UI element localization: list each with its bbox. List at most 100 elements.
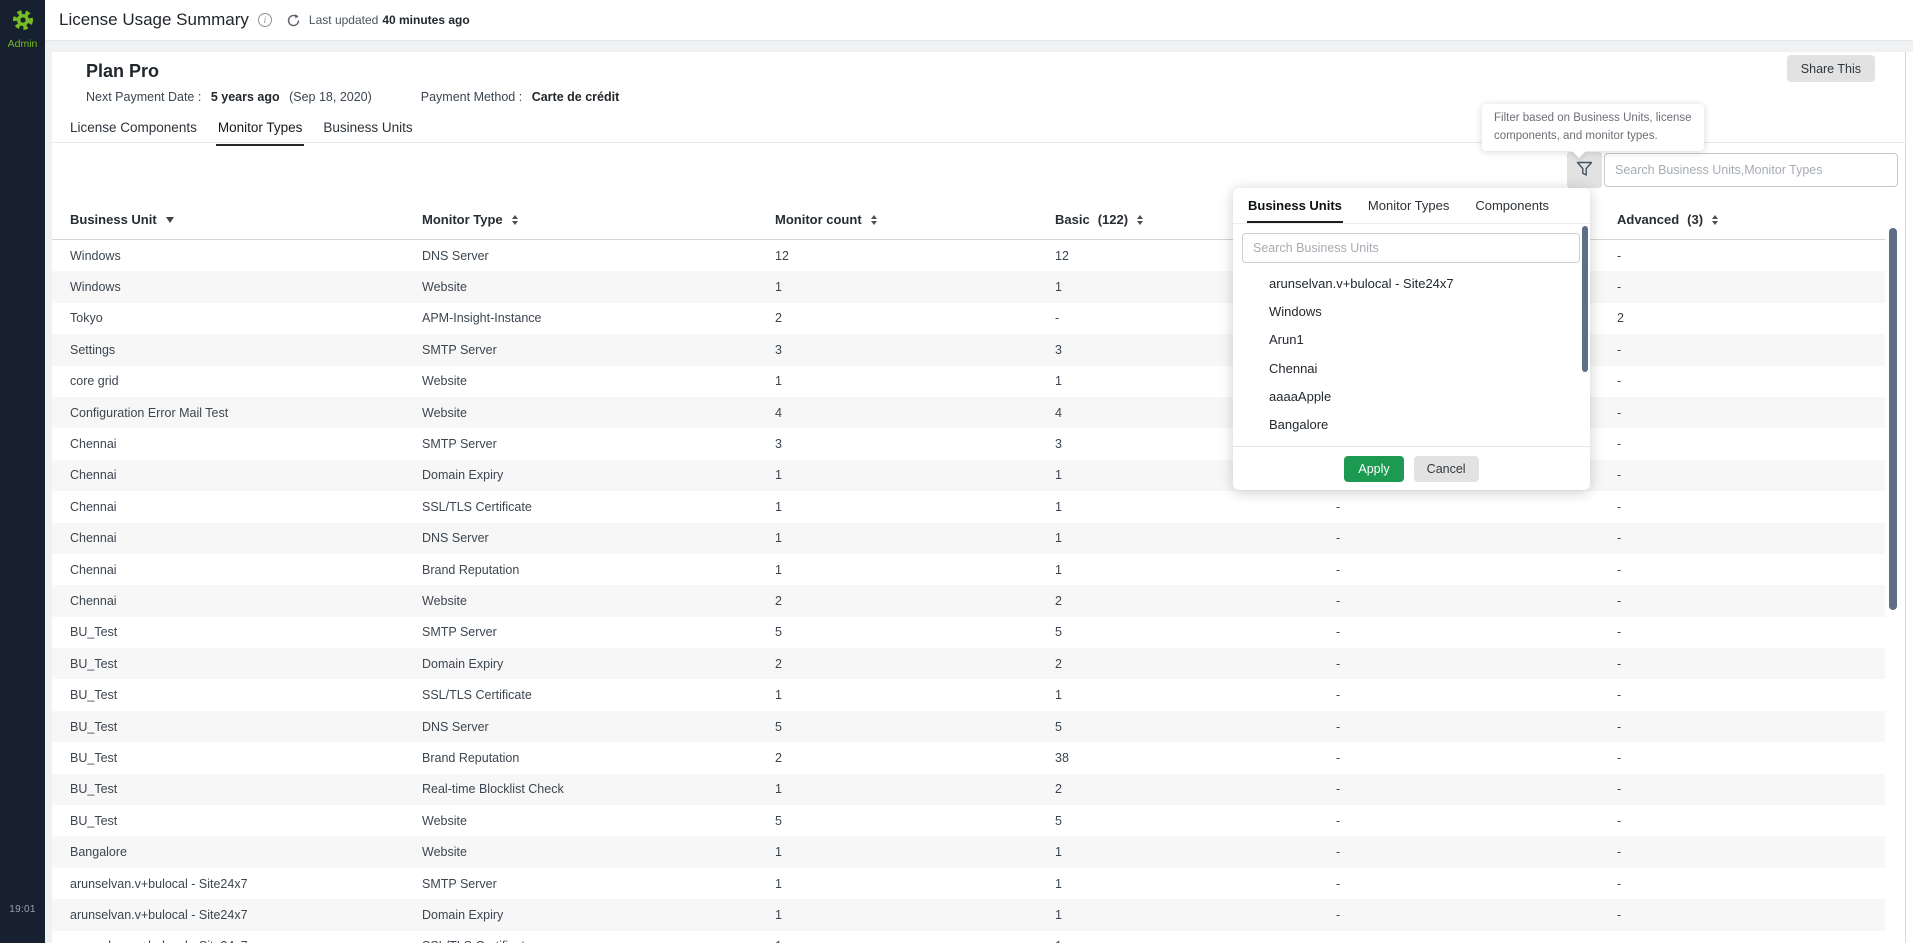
filter-popup-item[interactable]: Bangalore	[1233, 410, 1590, 438]
table-row: BU_TestSMTP Server55--	[52, 617, 1885, 648]
sort-both-icon	[1712, 215, 1718, 225]
table-cell: 5	[775, 814, 1055, 828]
table-cell: -	[1336, 688, 1617, 702]
popup-scrollbar-thumb[interactable]	[1582, 226, 1588, 372]
table-cell: SMTP Server	[422, 877, 775, 891]
table-row: WindowsDNS Server1212--	[52, 240, 1885, 271]
table-cell: -	[1617, 908, 1885, 922]
table-row: ChennaiBrand Reputation11--	[52, 554, 1885, 585]
page-scrollbar-thumb[interactable]	[1889, 228, 1897, 610]
sort-both-icon	[871, 215, 877, 225]
table-cell: Bangalore	[70, 845, 422, 859]
table-cell: Brand Reputation	[422, 751, 775, 765]
column-header-monitor-count[interactable]: Monitor count	[775, 212, 1055, 227]
table-cell: 1	[1055, 877, 1336, 891]
filter-popup-item[interactable]: Windows	[1233, 297, 1590, 325]
table-row: BU_TestDNS Server55--	[52, 711, 1885, 742]
table-cell: -	[1617, 688, 1885, 702]
table-cell: SMTP Server	[422, 625, 775, 639]
share-this-button[interactable]: Share This	[1787, 55, 1875, 82]
table-cell: 3	[775, 437, 1055, 451]
table-cell: -	[1336, 908, 1617, 922]
table-row: ChennaiDNS Server11--	[52, 523, 1885, 554]
plan-meta: Next Payment Date : 5 years ago (Sep 18,…	[86, 90, 619, 104]
table-cell: -	[1617, 657, 1885, 671]
table-cell: 1	[1055, 908, 1336, 922]
table-cell: core grid	[70, 374, 422, 388]
filter-popup-footer: Apply Cancel	[1233, 446, 1590, 490]
info-icon[interactable]: i	[258, 13, 272, 27]
filter-popup: Business Units Monitor Types Components …	[1233, 188, 1590, 490]
table-row: arunselvan.v+bulocal - Site24x7SSL/TLS C…	[52, 931, 1885, 943]
table-cell: DNS Server	[422, 249, 775, 263]
table-row: core gridWebsite11--	[52, 366, 1885, 397]
column-header-monitor-type[interactable]: Monitor Type	[422, 212, 775, 227]
popup-tab-components[interactable]: Components	[1474, 188, 1550, 223]
sort-desc-icon	[166, 217, 174, 223]
table-cell: Real-time Blocklist Check	[422, 782, 775, 796]
table-row: arunselvan.v+bulocal - Site24x7SMTP Serv…	[52, 868, 1885, 899]
table-row: BU_TestWebsite55--	[52, 805, 1885, 836]
table-cell: 5	[1055, 625, 1336, 639]
filter-popup-item[interactable]: Arun1	[1233, 326, 1590, 354]
table-cell: 1	[775, 782, 1055, 796]
table-cell: arunselvan.v+bulocal - Site24x7	[70, 908, 422, 922]
admin-nav-item[interactable]: Admin	[0, 8, 45, 50]
table-cell: 2	[775, 311, 1055, 325]
table-cell: -	[1617, 594, 1885, 608]
table-cell: -	[1617, 343, 1885, 357]
table-cell: BU_Test	[70, 814, 422, 828]
table-cell: arunselvan.v+bulocal - Site24x7	[70, 877, 422, 891]
top-header-bar: License Usage Summary i Last updated40 m…	[45, 0, 1913, 41]
table-cell: BU_Test	[70, 688, 422, 702]
table-cell: DNS Server	[422, 531, 775, 545]
filter-popup-item[interactable]: Chennai	[1233, 354, 1590, 382]
funnel-icon	[1576, 161, 1593, 180]
sort-both-icon	[1137, 215, 1143, 225]
table-row: ChennaiSMTP Server33--	[52, 428, 1885, 459]
refresh-icon[interactable]	[286, 13, 301, 28]
page-title: License Usage Summary	[59, 10, 249, 30]
table-cell: Configuration Error Mail Test	[70, 406, 422, 420]
popup-tab-monitor-types[interactable]: Monitor Types	[1367, 188, 1450, 223]
table-cell: SSL/TLS Certificate	[422, 500, 775, 514]
table-row: ChennaiWebsite22--	[52, 585, 1885, 616]
table-row: Configuration Error Mail TestWebsite44--	[52, 397, 1885, 428]
table-cell: -	[1617, 280, 1885, 294]
table-row: BU_TestReal-time Blocklist Check12--	[52, 774, 1885, 805]
column-header-business-unit[interactable]: Business Unit	[70, 212, 422, 227]
cancel-button[interactable]: Cancel	[1414, 456, 1479, 482]
filter-popup-item[interactable]: aaaaApple	[1233, 382, 1590, 410]
table-cell: 1	[775, 563, 1055, 577]
table-cell: arunselvan.v+bulocal - Site24x7	[70, 939, 422, 943]
table-cell: -	[1336, 782, 1617, 796]
table-cell: Windows	[70, 249, 422, 263]
table-cell: -	[1336, 814, 1617, 828]
table-body: WindowsDNS Server1212--WindowsWebsite11-…	[52, 240, 1885, 943]
apply-button[interactable]: Apply	[1344, 456, 1403, 482]
popup-tab-business-units[interactable]: Business Units	[1247, 188, 1343, 223]
table-row: BU_TestDomain Expiry22--	[52, 648, 1885, 679]
table-cell: Settings	[70, 343, 422, 357]
column-header-advanced[interactable]: Advanced(3)	[1617, 212, 1885, 227]
popup-search-input[interactable]	[1242, 233, 1580, 263]
payment-method-label: Payment Method :	[421, 90, 522, 104]
table-row: WindowsWebsite11--	[52, 271, 1885, 302]
table-cell: -	[1617, 437, 1885, 451]
license-summary-card: Plan Pro Share This Next Payment Date : …	[52, 52, 1906, 943]
table-cell: BU_Test	[70, 625, 422, 639]
filter-popup-list: arunselvan.v+bulocal - Site24x7WindowsAr…	[1233, 269, 1590, 446]
table-cell: Windows	[70, 280, 422, 294]
table-cell: -	[1617, 877, 1885, 891]
last-updated-text: Last updated40 minutes ago	[309, 13, 470, 27]
filter-popup-item[interactable]: arunselvan.v+bulocal - Site24x7	[1233, 269, 1590, 297]
table-cell: -	[1336, 625, 1617, 639]
table-cell: -	[1336, 563, 1617, 577]
table-cell: -	[1617, 563, 1885, 577]
table-cell: BU_Test	[70, 782, 422, 796]
table-cell: SMTP Server	[422, 437, 775, 451]
filter-button[interactable]	[1567, 152, 1602, 188]
table-cell: -	[1617, 720, 1885, 734]
search-input[interactable]	[1604, 153, 1898, 187]
table-cell: 1	[775, 531, 1055, 545]
